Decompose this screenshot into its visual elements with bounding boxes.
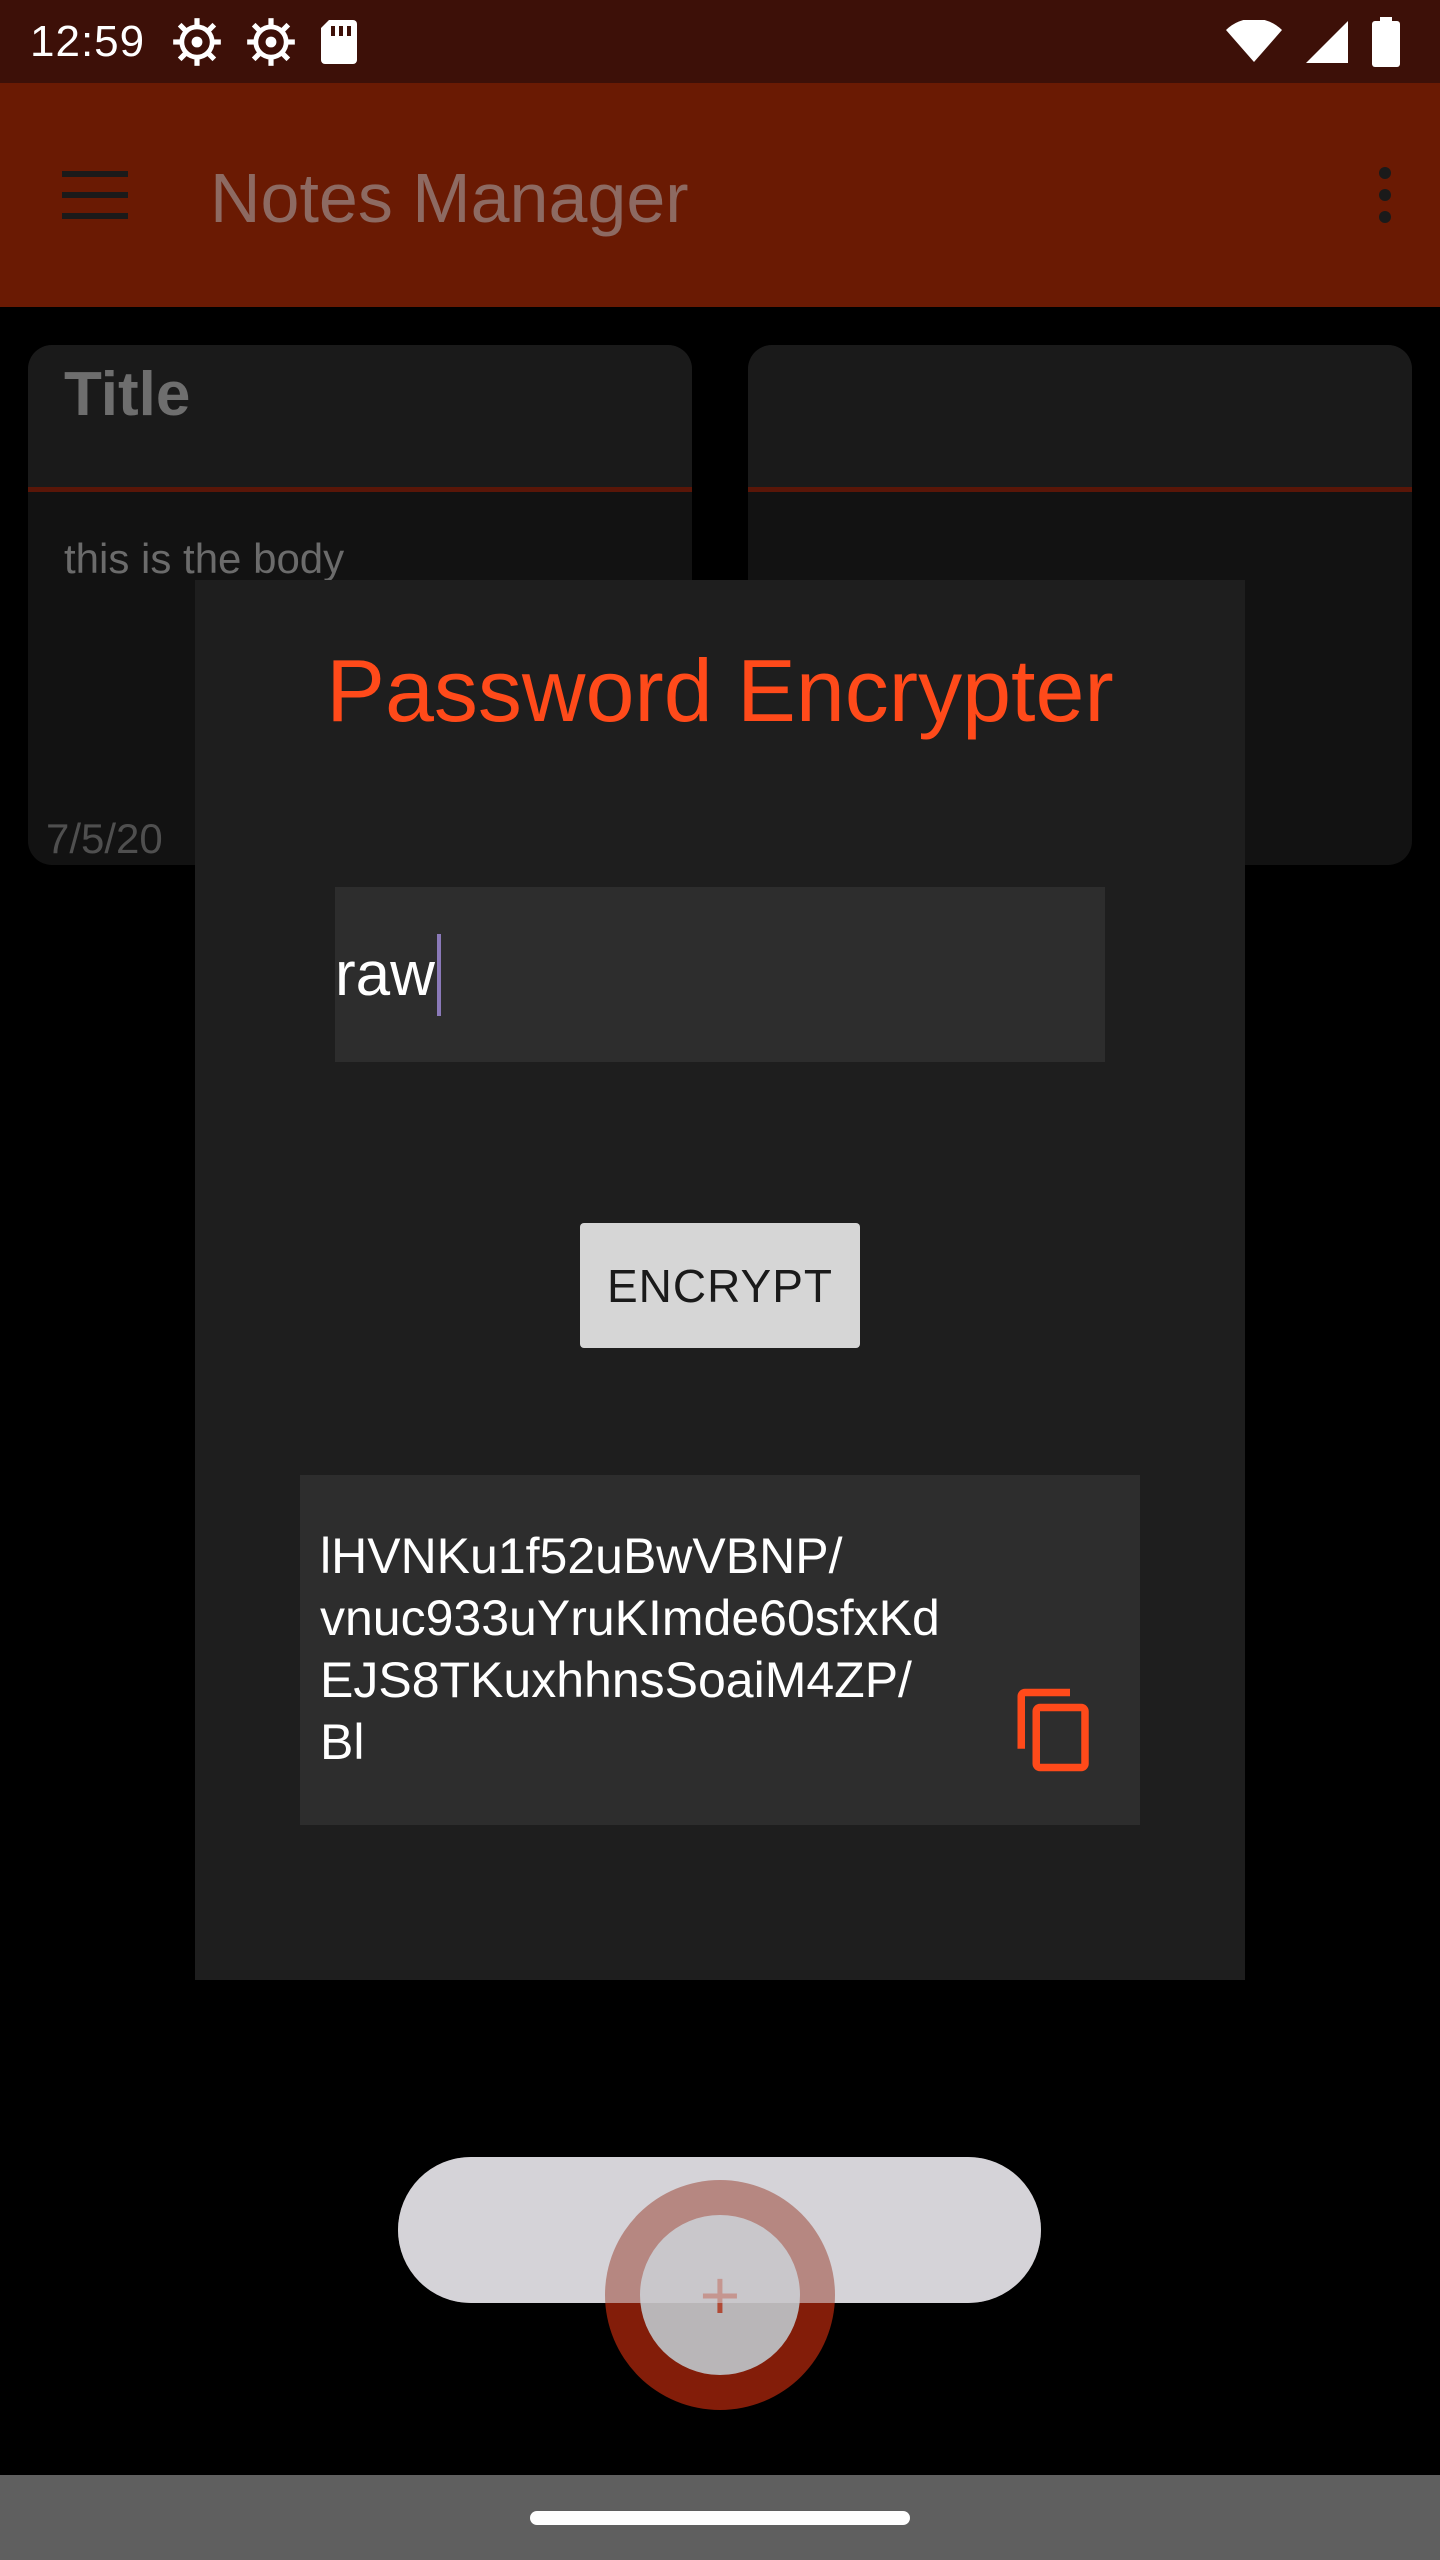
- sd-card-icon: [321, 19, 358, 64]
- encrypt-button[interactable]: ENCRYPT: [580, 1223, 860, 1348]
- settings-gear-icon: [247, 17, 295, 66]
- home-gesture-handle[interactable]: [530, 2511, 910, 2525]
- settings-gear-icon: [173, 17, 221, 66]
- encrypted-output-field[interactable]: lHVNKu1f52uBwVBNP/ vnuc933uYruKImde60sfx…: [300, 1475, 1140, 1825]
- app-title: Notes Manager: [210, 159, 689, 237]
- dialog-title: Password Encrypter: [326, 641, 1114, 740]
- status-time: 12:59: [30, 16, 146, 66]
- note-body: this is the body: [64, 535, 345, 582]
- text-cursor: [436, 933, 441, 1016]
- status-right-icons: [1226, 0, 1400, 83]
- note-card-header: [748, 345, 1412, 487]
- more-vert-icon[interactable]: [1370, 165, 1400, 225]
- hamburger-menu-icon[interactable]: [62, 165, 132, 225]
- content-copy-icon[interactable]: [1010, 1685, 1100, 1775]
- note-date: 7/5/20: [46, 815, 163, 862]
- app-bar: Notes Manager: [0, 83, 1440, 307]
- status-left-icons: [171, 16, 359, 68]
- password-input-value: raw: [335, 940, 435, 1009]
- navigation-bar: [0, 2475, 1440, 2560]
- cellular-signal-icon: [1306, 20, 1348, 63]
- wifi-icon: [1226, 19, 1282, 62]
- status-bar: 12:59: [0, 0, 1440, 83]
- password-input[interactable]: raw: [335, 887, 1105, 1062]
- snackbar-overlay: [398, 2157, 1041, 2303]
- battery-icon: [1372, 16, 1400, 67]
- screen: 12:59 Notes Manager Title this is the bo…: [0, 0, 1440, 2560]
- note-divider: [748, 487, 1412, 492]
- password-encrypter-dialog: Password Encrypter raw ENCRYPT lHVNKu1f5…: [195, 580, 1245, 1980]
- note-divider: [28, 487, 692, 492]
- encrypted-output-value: lHVNKu1f52uBwVBNP/ vnuc933uYruKImde60sfx…: [320, 1528, 940, 1770]
- note-title: Title: [64, 360, 191, 429]
